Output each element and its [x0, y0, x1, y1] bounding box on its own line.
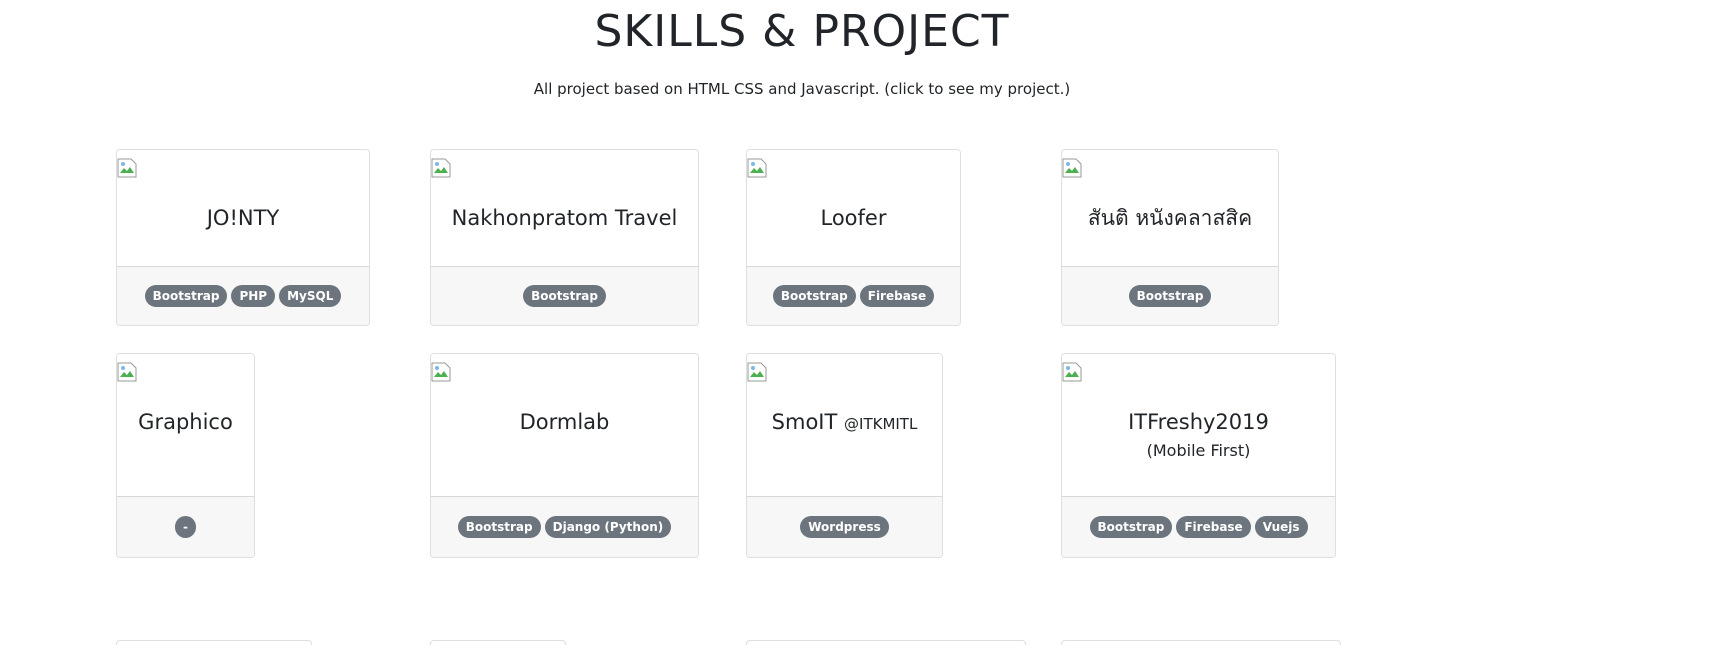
tag-badge: Bootstrap: [523, 285, 606, 307]
card-body: Dormlab: [431, 354, 698, 498]
tag-badge: Vuejs: [1254, 516, 1308, 538]
project-card-partial[interactable]: [116, 640, 312, 645]
broken-image-icon: [747, 158, 767, 178]
project-title-main: SmoIT: [771, 410, 838, 434]
tag-badge: Firebase: [1176, 516, 1251, 538]
card-footer: Bootstrap Firebase: [747, 266, 960, 325]
page-title: SKILLS & PROJECT: [594, 6, 1010, 57]
project-title: Loofer: [820, 206, 887, 230]
broken-image-icon: [1062, 158, 1082, 178]
project-card-dormlab[interactable]: Dormlab Bootstrap Django (Python): [430, 353, 699, 558]
project-subtitle: (Mobile First): [1146, 441, 1251, 460]
card-body: ITFreshy2019 (Mobile First): [1062, 354, 1335, 498]
broken-image-icon: [431, 362, 451, 382]
project-title: ITFreshy2019: [1128, 410, 1269, 434]
card-footer: Bootstrap PHP MySQL: [117, 266, 369, 325]
broken-image-icon: [117, 158, 137, 178]
project-card-partial[interactable]: [1061, 640, 1341, 645]
project-card-loofer[interactable]: Loofer Bootstrap Firebase: [746, 149, 961, 326]
project-title: Nakhonpratom Travel: [451, 206, 678, 230]
broken-image-icon: [747, 362, 767, 382]
tag-badge: Bootstrap: [1089, 516, 1173, 538]
card-footer: -: [117, 496, 254, 557]
broken-image-icon: [1062, 362, 1082, 382]
broken-image-icon: [117, 362, 137, 382]
card-body: Loofer: [747, 150, 960, 268]
page: SKILLS & PROJECT All project based on HT…: [0, 0, 1726, 645]
card-body: สันติ หนังคลาสสิค: [1062, 150, 1278, 268]
project-title: Graphico: [138, 410, 233, 434]
card-body: SmoIT @ITKMITL: [747, 354, 942, 498]
tag-badge: Bootstrap: [1128, 285, 1212, 307]
tag-badge: Wordpress: [800, 516, 889, 538]
project-card-smoit[interactable]: SmoIT @ITKMITL Wordpress: [746, 353, 943, 558]
tag-badge: Firebase: [859, 285, 935, 307]
tag-badge: Django (Python): [544, 516, 672, 538]
project-title: JO!NTY: [206, 206, 280, 230]
project-card-itfreshy2019[interactable]: ITFreshy2019 (Mobile First) Bootstrap Fi…: [1061, 353, 1336, 558]
project-title-handle: @ITKMITL: [844, 415, 918, 433]
tag-badge: MySQL: [279, 285, 342, 307]
project-card-santi[interactable]: สันติ หนังคลาสสิค Bootstrap: [1061, 149, 1279, 326]
tag-badge: PHP: [231, 285, 276, 307]
card-footer: Bootstrap: [431, 266, 698, 325]
project-title: SmoIT @ITKMITL: [747, 408, 942, 438]
card-body: JO!NTY: [117, 150, 369, 268]
card-footer: Bootstrap Firebase Vuejs: [1062, 496, 1335, 557]
card-body: Nakhonpratom Travel: [431, 150, 698, 268]
project-card-partial[interactable]: [430, 640, 566, 645]
page-subtitle: All project based on HTML CSS and Javasc…: [533, 80, 1071, 98]
tag-badge: Bootstrap: [772, 285, 856, 307]
project-card-partial[interactable]: [746, 640, 1026, 645]
tag-badge: -: [175, 516, 196, 538]
project-card-jointy[interactable]: JO!NTY Bootstrap PHP MySQL: [116, 149, 370, 326]
project-title: สันติ หนังคลาสสิค: [1087, 206, 1253, 230]
project-card-nakhonpratom-travel[interactable]: Nakhonpratom Travel Bootstrap: [430, 149, 699, 326]
broken-image-icon: [431, 158, 451, 178]
card-body: Graphico: [117, 354, 254, 498]
project-title: Dormlab: [519, 410, 610, 434]
card-footer: Wordpress: [747, 496, 942, 557]
project-card-graphico[interactable]: Graphico -: [116, 353, 255, 558]
tag-badge: Bootstrap: [457, 516, 541, 538]
tag-badge: Bootstrap: [144, 285, 228, 307]
card-footer: Bootstrap Django (Python): [431, 496, 698, 557]
card-footer: Bootstrap: [1062, 266, 1278, 325]
